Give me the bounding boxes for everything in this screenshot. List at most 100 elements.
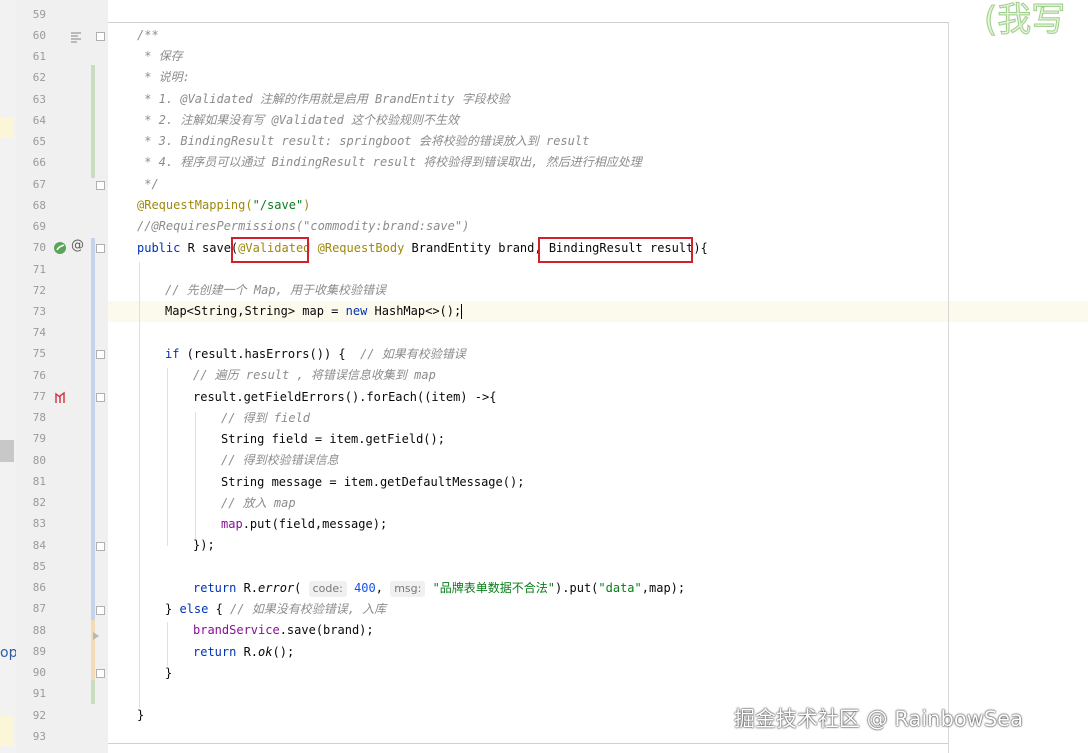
string-token: "品牌表单数据不合法": [425, 581, 556, 595]
line-number: 72: [32, 284, 46, 297]
bean-navigation-icon[interactable]: [53, 240, 67, 254]
comment-token: // 如果没有校验错误, 入库: [230, 602, 387, 616]
line-number: 64: [32, 114, 46, 127]
watermark: 掘金技术社区 @ RainbowSea: [734, 707, 1023, 731]
code-line: }: [165, 666, 173, 680]
code-line: if (result.hasErrors()) { // 如果有校验错误: [165, 344, 466, 365]
parameter-token: BrandEntity brand,: [404, 241, 549, 255]
method-open-token: ){: [693, 241, 708, 255]
code-line: //@RequiresPermissions("commodity:brand:…: [137, 219, 470, 233]
fold-marker[interactable]: [96, 181, 105, 190]
fold-marker[interactable]: [96, 606, 105, 615]
code-token: ();: [272, 645, 295, 659]
code-token: R.: [236, 645, 259, 659]
indent-guide: [139, 262, 140, 708]
line-number: 75: [32, 347, 46, 360]
line-number: 83: [32, 517, 46, 530]
recursion-arrow-icon[interactable]: [53, 390, 67, 404]
code-line: // 先创建一个 Map, 用于收集校验错误: [165, 283, 387, 297]
code-line: } else { // 如果没有校验错误, 入库: [165, 599, 386, 620]
line-number: 59: [32, 8, 46, 21]
line-number: 92: [32, 709, 46, 722]
code-line: // 得到 field: [221, 411, 311, 425]
fold-marker[interactable]: [96, 669, 105, 678]
annotation-token: ): [303, 198, 311, 212]
method-signature-token: R save(: [180, 241, 239, 255]
change-marker-added: [91, 65, 95, 178]
line-number: 84: [32, 539, 46, 552]
code-line: return R.error( code: 400, msg: "品牌表单数据不…: [193, 578, 685, 599]
left-panel-strip: [0, 0, 16, 753]
code-line: */: [137, 177, 159, 191]
indent-guide: [167, 622, 168, 666]
code-token: {: [208, 602, 231, 616]
keyword-token: else: [179, 602, 209, 616]
code-token: (: [294, 581, 309, 595]
code-line: result.getFieldErrors().forEach((item) -…: [193, 390, 497, 404]
line-number: 82: [32, 496, 46, 509]
keyword-token: return: [193, 645, 237, 659]
code-line: });: [193, 538, 215, 552]
change-marker-modified: [91, 238, 95, 620]
code-line: @RequestMapping("/save"): [137, 195, 310, 216]
right-margin-guide: [948, 22, 949, 753]
validated-highlight-box: [231, 237, 309, 263]
code-token: .put(field,message);: [242, 517, 388, 531]
code-line: /**: [137, 28, 159, 42]
line-number: 74: [32, 326, 46, 339]
method-separator-top: [108, 22, 948, 23]
code-line: * 说明:: [137, 70, 190, 84]
code-line[interactable]: Map<String,String> map = new HashMap<>()…: [165, 301, 463, 322]
indent-guide: [195, 412, 196, 540]
fold-marker[interactable]: [96, 542, 105, 551]
fold-marker[interactable]: [96, 350, 105, 359]
fold-marker[interactable]: [96, 393, 105, 402]
line-number: 89: [32, 645, 46, 658]
code-line: }: [137, 708, 145, 722]
code-line: String message = item.getDefaultMessage(…: [221, 475, 525, 489]
fold-arrow-icon[interactable]: [93, 632, 99, 640]
line-number: 73: [32, 305, 46, 318]
line-number: 79: [32, 432, 46, 445]
code-token: HashMap<>();: [367, 304, 462, 318]
string-token: "data": [598, 581, 642, 595]
line-number: 88: [32, 624, 46, 637]
left-panel-marker-bottom: [0, 716, 14, 746]
number-token: 400: [346, 581, 376, 595]
line-number: 93: [32, 730, 46, 743]
fold-marker[interactable]: [96, 32, 105, 41]
code-token: ,map);: [641, 581, 686, 595]
indent-guide: [167, 368, 168, 546]
line-number: 69: [32, 220, 46, 233]
comment-token: // 如果有校验错误: [360, 347, 466, 361]
line-number: 77: [32, 390, 46, 403]
annotation-token: @RequestBody: [310, 241, 405, 255]
code-line: map.put(field,message);: [221, 514, 387, 535]
fold-marker[interactable]: [96, 244, 105, 253]
doc-comment-toggle-icon[interactable]: [70, 28, 82, 43]
line-number: 80: [32, 454, 46, 467]
left-scroll-thumb[interactable]: [0, 440, 14, 462]
annotation-gutter-icon[interactable]: @: [71, 238, 84, 253]
annotation-token: @RequestMapping(: [137, 198, 253, 212]
code-token: ).put(: [555, 581, 599, 595]
binding-result-highlight-box: [538, 237, 693, 263]
code-token: R.: [236, 581, 259, 595]
line-number: 81: [32, 475, 46, 488]
left-panel-partial-label: op: [0, 645, 18, 661]
string-token: "/save": [252, 198, 304, 212]
param-hint-msg: msg:: [390, 581, 426, 597]
line-number: 61: [32, 50, 46, 63]
code-line: brandService.save(brand);: [193, 620, 374, 641]
code-token: }: [165, 602, 180, 616]
line-number: 70: [32, 241, 46, 254]
code-line: * 2. 注解如果没有写 @Validated 这个校验规则不生效: [137, 113, 460, 127]
line-number: 91: [32, 687, 46, 700]
line-number: 66: [32, 156, 46, 169]
line-number: 87: [32, 602, 46, 615]
line-number: 63: [32, 93, 46, 106]
code-line: String field = item.getField();: [221, 432, 445, 446]
code-token: (result.hasErrors()) {: [179, 347, 361, 361]
line-number: 65: [32, 135, 46, 148]
line-number: 67: [32, 178, 46, 191]
